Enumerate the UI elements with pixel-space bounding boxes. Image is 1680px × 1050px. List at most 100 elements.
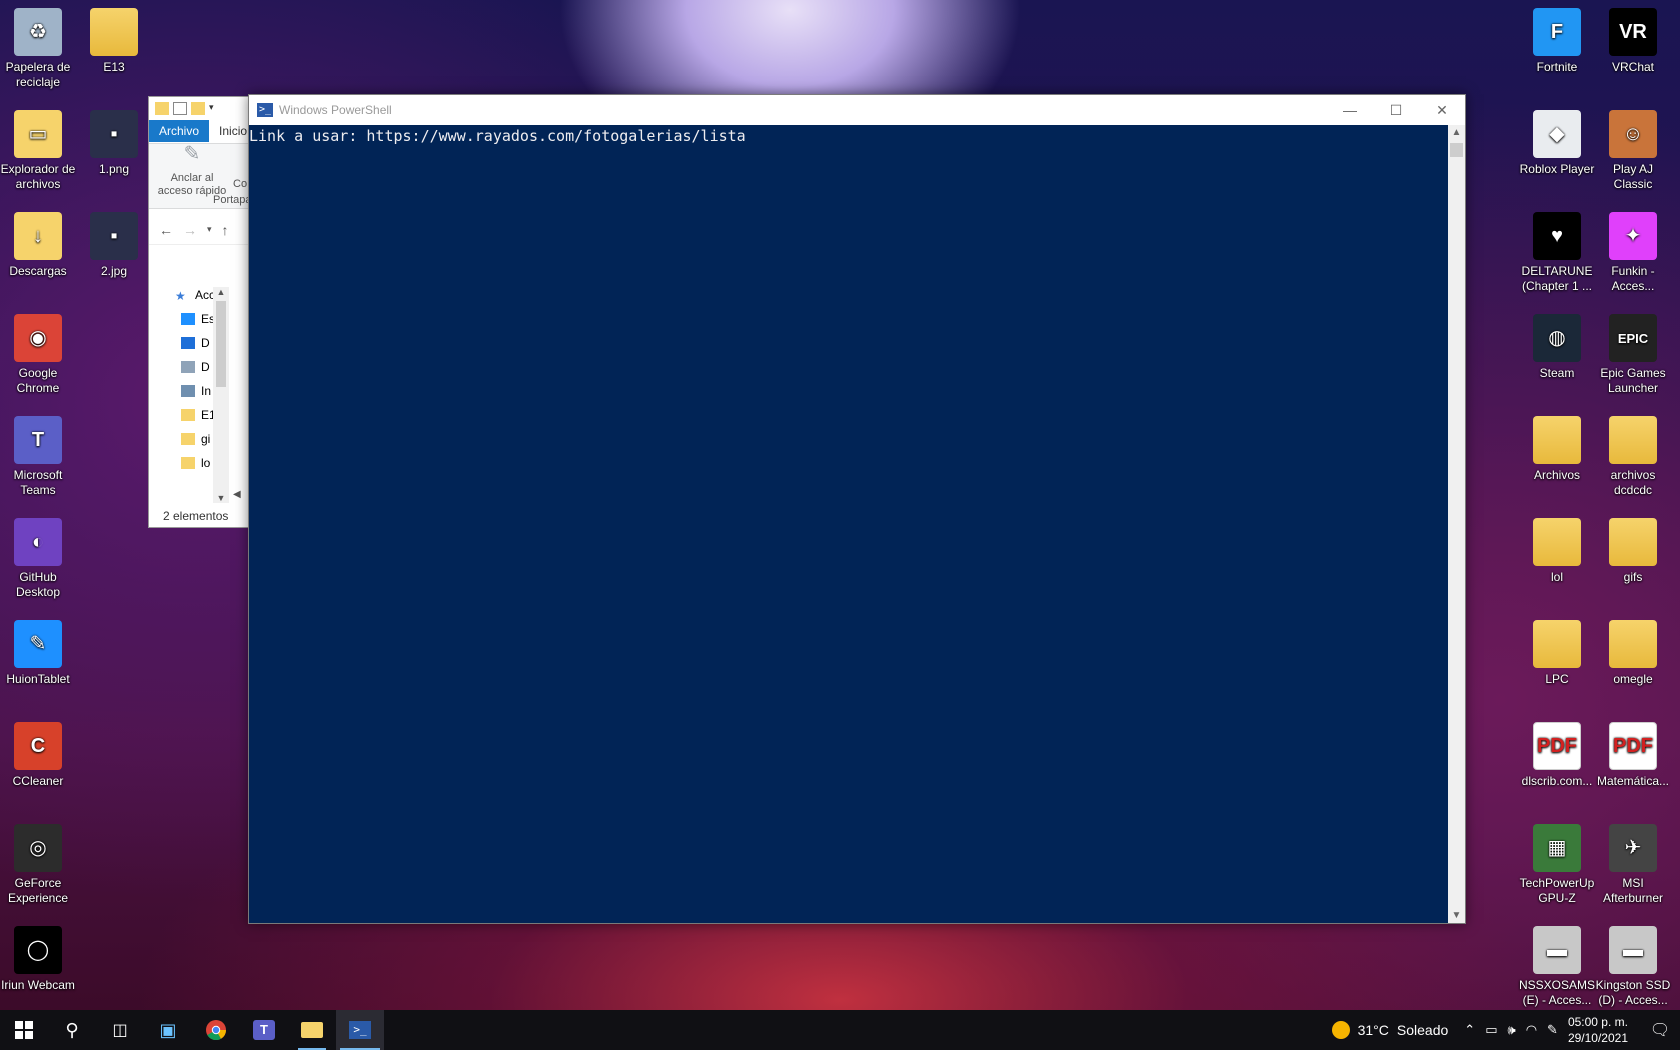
start-button[interactable] [0, 1010, 48, 1050]
search-icon: ⚲ [65, 1019, 79, 1040]
file-explorer-taskbar-button[interactable] [288, 1010, 336, 1050]
chrome-taskbar-button[interactable] [192, 1010, 240, 1050]
desktop-icon[interactable]: gifs [1595, 518, 1671, 585]
nintendo-switch-taskbar-button[interactable]: ◫ [96, 1010, 144, 1050]
desktop-icon[interactable]: ▪ 1.png [76, 110, 152, 177]
control-panel-taskbar-button[interactable]: ▣ [144, 1010, 192, 1050]
scrollbar-thumb[interactable] [1450, 143, 1463, 157]
desktop-icon[interactable]: ◎ GeForce Experience [0, 824, 76, 906]
pin-quick-access-button[interactable]: ✎ Anclar al acceso rápido [157, 144, 227, 198]
clipboard-group-label: Portapa [213, 194, 252, 206]
desktop-icon-label: Epic Games Launcher [1600, 366, 1666, 395]
powershell-taskbar-button[interactable]: >_ [336, 1010, 384, 1050]
desktop-icon[interactable]: ▬ Kingston SSD (D) - Acces... [1595, 926, 1671, 1008]
desktop-icon[interactable]: ✦ Funkin - Acces... [1595, 212, 1671, 294]
desktop-icon[interactable]: ◆ Roblox Player [1519, 110, 1595, 177]
desktop-icon[interactable]: ◐ GitHub Desktop [0, 518, 76, 600]
desktop-icon[interactable]: archivos dcdcdc [1595, 416, 1671, 498]
desktop-icon[interactable]: ♻ Papelera de reciclaje [0, 8, 76, 90]
windows-logo-icon [15, 1021, 33, 1039]
desktop-icon[interactable]: ▭ Explorador de archivos [0, 110, 76, 192]
desktop-icon-label: CCleaner [12, 774, 64, 788]
console-output[interactable]: Link a usar: https://www.rayados.com/fot… [249, 125, 1449, 923]
tab-archivo[interactable]: Archivo [149, 120, 210, 142]
weather-widget[interactable]: 31°C Soleado [1331, 1021, 1448, 1039]
desktop-icon[interactable]: ▪ 2.jpg [76, 212, 152, 279]
desktop-icon[interactable]: ◯ Iriun Webcam [0, 926, 76, 993]
powershell-window[interactable]: >_ Windows PowerShell — ☐ ✕ Link a usar:… [248, 94, 1466, 924]
desktop-icon[interactable]: ☺ Play AJ Classic [1595, 110, 1671, 192]
desktop-icon[interactable]: Archivos [1519, 416, 1595, 483]
scroll-up-icon[interactable]: ▲ [1448, 127, 1465, 138]
desktop-icon-label: Archivos [1533, 468, 1580, 482]
desktop-icon[interactable]: ✈ MSI Afterburner [1595, 824, 1671, 906]
folder-icon[interactable] [155, 101, 169, 115]
scroll-down-icon[interactable]: ▼ [213, 493, 229, 503]
desktop-icon-label: Google Chrome [16, 366, 60, 395]
huion-tablet-icon: ✎ [14, 620, 62, 668]
powershell-icon[interactable]: >_ [257, 103, 273, 117]
scroll-up-icon[interactable]: ▲ [213, 287, 229, 297]
documents-icon [181, 361, 195, 373]
desktop-icon[interactable]: PDF Matemática... [1595, 722, 1671, 789]
folder-icon [90, 8, 138, 56]
desktop-icon[interactable]: PDF dlscrib.com... [1519, 722, 1595, 789]
msi-afterburner-icon: ✈ [1609, 824, 1657, 872]
chevron-down-icon[interactable]: ▾ [209, 102, 223, 115]
notifications-button[interactable]: 🗨 [1640, 1010, 1680, 1050]
desktop-icon-label: HuionTablet [6, 672, 70, 686]
minimize-button[interactable]: — [1327, 95, 1373, 125]
chevron-up-icon[interactable]: ⌃ [1464, 1022, 1475, 1038]
desktop-icon[interactable]: T Microsoft Teams [0, 416, 76, 498]
quick-access-toolbar: ▾ [149, 97, 251, 119]
desktop-icon[interactable]: ▬ NSSXOSAMS (E) - Acces... [1519, 926, 1595, 1008]
aj-classic-icon: ☺ [1609, 110, 1657, 158]
iriun-webcam-icon: ◯ [14, 926, 62, 974]
desktop-icon[interactable]: EPIC Epic Games Launcher [1595, 314, 1671, 396]
desktop-icon-label: GeForce Experience [7, 876, 69, 905]
desktop-icon[interactable]: VR VRChat [1595, 8, 1671, 75]
desktop-icon[interactable]: ✎ HuionTablet [0, 620, 76, 687]
battery-icon[interactable]: ▭ [1485, 1022, 1497, 1038]
speaker-icon[interactable]: 🕪 [1507, 1022, 1515, 1038]
new-folder-icon[interactable] [191, 101, 205, 115]
tree-item-label: D [201, 336, 210, 350]
pen-icon[interactable]: ✎ [1547, 1022, 1558, 1038]
file-explorer-window[interactable]: ▾ Archivo Inicio ✎ Anclar al acceso rápi… [148, 96, 252, 528]
forward-arrow-icon[interactable]: → [183, 222, 197, 238]
close-button[interactable]: ✕ [1419, 95, 1465, 125]
desktop-icon[interactable]: lol [1519, 518, 1595, 585]
navigation-pane-scrollbar[interactable]: ▲ ▼ [213, 287, 229, 503]
search-button[interactable]: ⚲ [48, 1010, 96, 1050]
copy-button[interactable]: Co [233, 178, 247, 190]
scrollbar-thumb[interactable] [216, 301, 226, 387]
clock[interactable]: 05:00 p. m. 29/10/2021 [1568, 1014, 1628, 1046]
desktop-icon[interactable]: ◍ Steam [1519, 314, 1595, 381]
powershell-titlebar[interactable]: >_ Windows PowerShell — ☐ ✕ [249, 95, 1465, 125]
maximize-button[interactable]: ☐ [1373, 95, 1419, 125]
scroll-down-icon[interactable]: ▼ [1448, 910, 1465, 921]
desktop-icon[interactable]: ♥ DELTARUNE (Chapter 1 ... [1519, 212, 1595, 294]
desktop-icon[interactable]: ▦ TechPowerUp GPU-Z [1519, 824, 1595, 906]
folder-icon [181, 457, 195, 469]
scroll-left-icon[interactable]: ◀ [233, 489, 241, 500]
desktop-icon[interactable]: ↓ Descargas [0, 212, 76, 279]
desktop-icon[interactable]: E13 [76, 8, 152, 75]
console-scrollbar[interactable]: ▲ ▼ [1448, 125, 1465, 923]
teams-taskbar-button[interactable]: T [240, 1010, 288, 1050]
desktop-icon[interactable]: omegle [1595, 620, 1671, 687]
system-tray-area: 31°C Soleado ⌃ ▭ 🕪 ◠ ✎ 05:00 p. m. 29/10… [1331, 1010, 1680, 1050]
desktop-icon-label: dlscrib.com... [1521, 774, 1593, 788]
recent-locations-icon[interactable]: ▾ [207, 224, 212, 235]
status-bar-item-count: 2 elementos [163, 509, 229, 523]
up-arrow-icon[interactable]: ↑ [222, 222, 229, 238]
teams-icon: T [253, 1020, 275, 1040]
desktop-icon[interactable]: C CCleaner [0, 722, 76, 789]
back-arrow-icon[interactable]: ← [159, 222, 173, 238]
desktop-icon-label: 2.jpg [100, 264, 128, 278]
properties-icon[interactable] [173, 101, 187, 115]
desktop-icon[interactable]: F Fortnite [1519, 8, 1595, 75]
desktop-icon[interactable]: LPC [1519, 620, 1595, 687]
desktop-icon[interactable]: ◉ Google Chrome [0, 314, 76, 396]
wifi-icon[interactable]: ◠ [1526, 1022, 1537, 1038]
